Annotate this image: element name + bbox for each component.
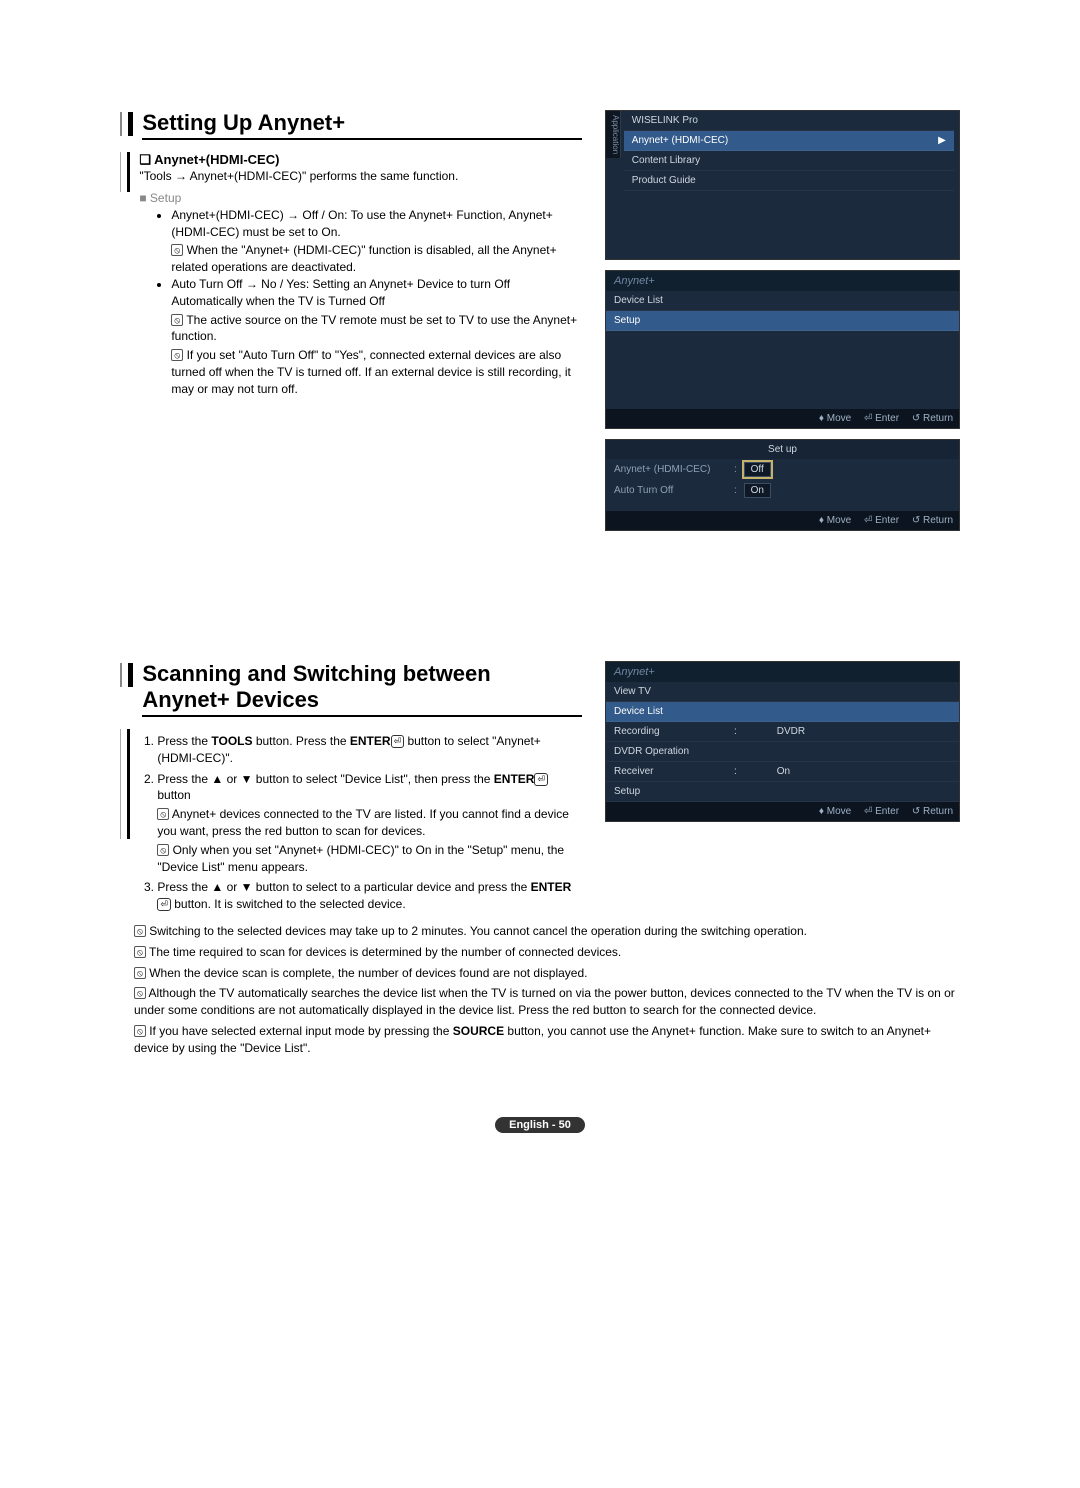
subsection-accent-icon <box>120 152 130 192</box>
anynet-menu-panel: Anynet+ Device List Setup ♦ Move ⏎ Enter… <box>605 270 960 429</box>
panel-footer: ♦ Move ⏎ Enter ↺ Return <box>606 511 959 530</box>
enter-icon: ⏎ <box>157 898 171 911</box>
application-tab: Application <box>606 111 621 158</box>
sub-heading: ❑ Anynet+(HDMI-CEC) <box>139 152 579 168</box>
intro-text: "Tools → Anynet+(HDMI-CEC)" performs the… <box>139 168 579 185</box>
note-icon: ⦸ <box>134 946 146 958</box>
enter-hint: ⏎ Enter <box>864 515 899 526</box>
note-line: ⦸ If you have selected external input mo… <box>134 1023 960 1057</box>
enter-icon: ⏎ <box>391 735 405 748</box>
panel-title: Set up <box>606 440 959 459</box>
subsection-accent-icon <box>120 729 130 839</box>
setup-panel: Set up Anynet+ (HDMI-CEC): Off Auto Turn… <box>605 439 960 531</box>
note-line: ⦸ When the device scan is complete, the … <box>134 965 960 982</box>
note-icon: ⦸ <box>134 1025 146 1037</box>
return-hint: ↺ Return <box>912 413 953 424</box>
move-hint: ♦ Move <box>819 806 851 817</box>
menu-item[interactable]: Product Guide <box>624 171 954 191</box>
chevron-right-icon: ▶ <box>938 135 946 146</box>
enter-hint: ⏎ Enter <box>864 413 899 424</box>
menu-item-selected[interactable]: Anynet+ (HDMI-CEC)▶ <box>624 131 954 151</box>
setup-label: ■ Setup <box>139 191 579 205</box>
option-key: Auto Turn Off <box>614 485 734 496</box>
panel-footer: ♦ Move ⏎ Enter ↺ Return <box>606 802 959 821</box>
menu-item[interactable]: View TV <box>606 682 959 702</box>
menu-item[interactable]: DVDR Operation <box>606 742 959 762</box>
note-line: ⦸ Switching to the selected devices may … <box>134 923 960 940</box>
enter-hint: ⏎ Enter <box>864 806 899 817</box>
panel-spacer <box>606 331 959 409</box>
return-hint: ↺ Return <box>912 806 953 817</box>
panel-spacer <box>624 191 954 259</box>
step-item: Press the ▲ or ▼ button to select to a p… <box>157 879 579 913</box>
menu-item-selected[interactable]: Device List <box>606 702 959 722</box>
section-title: Setting Up Anynet+ <box>142 110 582 140</box>
bullet-item: Anynet+(HDMI-CEC) → Off / On: To use the… <box>171 207 579 276</box>
menu-item[interactable]: Device List <box>606 291 959 311</box>
section-accent-icon <box>120 663 133 687</box>
menu-item[interactable]: Content Library <box>624 151 954 171</box>
note-icon: ⦸ <box>134 925 146 937</box>
option-row[interactable]: Auto Turn Off: On <box>606 480 959 501</box>
page-footer: English - 50 <box>120 1117 960 1133</box>
panel-brand: Anynet+ <box>606 271 959 291</box>
menu-item[interactable]: Recording:DVDR <box>606 722 959 742</box>
anynet-device-panel: Anynet+ View TVDevice ListRecording:DVDR… <box>605 661 960 822</box>
option-value-selected[interactable]: Off <box>744 462 771 477</box>
note-icon: ⦸ <box>157 808 169 820</box>
option-row[interactable]: Anynet+ (HDMI-CEC): Off <box>606 459 959 480</box>
menu-item-selected[interactable]: Setup <box>606 311 959 331</box>
enter-icon: ⏎ <box>534 773 548 786</box>
note-line: ⦸ Although the TV automatically searches… <box>134 985 960 1019</box>
note-line: ⦸ The time required to scan for devices … <box>134 944 960 961</box>
panel-footer: ♦ Move ⏎ Enter ↺ Return <box>606 409 959 428</box>
menu-item[interactable]: Setup <box>606 782 959 802</box>
section-accent-icon <box>120 112 133 136</box>
return-hint: ↺ Return <box>912 515 953 526</box>
menu-item[interactable]: Receiver:On <box>606 762 959 782</box>
panel-brand: Anynet+ <box>606 662 959 682</box>
section-title: Scanning and Switching between Anynet+ D… <box>142 661 582 717</box>
note-icon: ⦸ <box>171 314 183 326</box>
move-hint: ♦ Move <box>819 413 851 424</box>
move-hint: ♦ Move <box>819 515 851 526</box>
option-value[interactable]: On <box>744 483 771 498</box>
note-icon: ⦸ <box>171 244 183 256</box>
application-menu-panel: Application WISELINK Pro Anynet+ (HDMI-C… <box>605 110 960 260</box>
note-icon: ⦸ <box>134 987 146 999</box>
bullet-item: Auto Turn Off → No / Yes: Setting an Any… <box>171 276 579 398</box>
menu-item[interactable]: WISELINK Pro <box>624 111 954 131</box>
note-icon: ⦸ <box>171 349 183 361</box>
note-icon: ⦸ <box>157 844 169 856</box>
note-icon: ⦸ <box>134 967 146 979</box>
step-item: Press the TOOLS button. Press the ENTER⏎… <box>157 733 579 767</box>
option-key: Anynet+ (HDMI-CEC) <box>614 464 734 475</box>
page-number-pill: English - 50 <box>495 1117 585 1133</box>
step-item: Press the ▲ or ▼ button to select "Devic… <box>157 771 579 876</box>
